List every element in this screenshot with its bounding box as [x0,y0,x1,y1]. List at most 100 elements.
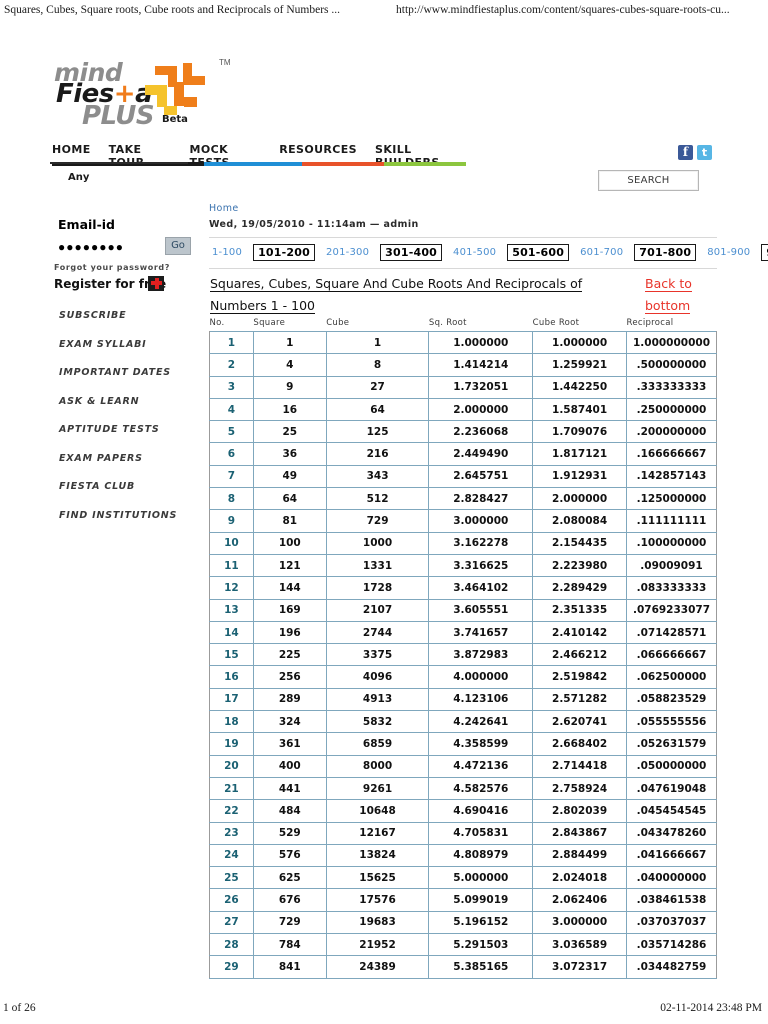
table-cell-sq-root: 4.358599 [428,732,534,756]
pager-link-1-100[interactable]: 1-100 [209,245,245,260]
range-pagination: 1-100 101-200 201-300 301-400 401-500 501-600… [209,243,768,261]
pager-link-501-600[interactable]: 501-600 [507,243,570,261]
sidebar-item-subscribe[interactable]: SUBSCRIBE [59,310,204,321]
table-cell-square: 121 [252,553,327,578]
table-cell-square: 784 [252,933,327,957]
table-cell-cube: 8000 [325,754,430,778]
table-cell-reciprocal: .055555556 [626,710,717,734]
table-cell-sq-root: 4.000000 [428,665,534,689]
table-cell-cube: 1728 [325,576,430,600]
table-cell-square: 225 [252,643,327,667]
table-row: 11 121 1331 3.316625 2.223980.09009091 [209,553,717,578]
sidebar-item-exam-papers[interactable]: EXAM PAPERS [59,453,204,464]
logo-mark-block-3 [183,63,192,85]
forgot-password-link[interactable]: Forgot your password? [54,263,170,272]
table-cell-sq-root: 5.000000 [428,866,534,890]
table-cell-no: 24 [209,843,254,868]
table-cell-sq-root: 4.242641 [428,710,534,734]
table-cell-cube-root: 2.571282 [532,687,627,712]
pager-link-401-500[interactable]: 401-500 [450,245,499,260]
print-header-title: Squares, Cubes, Square roots, Cube roots… [4,4,340,16]
search-label: SEARCH [627,175,670,186]
sidebar-item-find-institutions[interactable]: FIND INSTITUTIONS [59,510,204,521]
col-header-square: Square [253,318,286,328]
table-cell-reciprocal: .052631579 [626,732,717,756]
table-cell-cube-root: 2.620741 [532,710,627,734]
twitter-icon[interactable]: t [697,145,712,160]
table-cell-no: 17 [209,687,254,712]
table-row: 18 324 5832 4.242641 2.620741.055555556 [209,710,717,734]
table-row: 10 100 1000 3.162278 2.154435.100000000 [209,531,717,555]
add-user-icon[interactable] [148,276,164,291]
search-input[interactable]: SEARCH [598,170,699,191]
logo-mark-block-9 [164,106,177,115]
table-cell-cube: 13824 [325,843,430,868]
pager-link-201-300[interactable]: 201-300 [323,245,372,260]
table-cell-sq-root: 4.705831 [428,821,534,845]
table-cell-no: 19 [209,732,254,756]
table-cell-no: 21 [209,776,254,801]
table-cell-reciprocal: .250000000 [626,397,717,422]
sidebar-item-fiesta-club[interactable]: FIESTA CLUB [59,481,204,492]
sidebar-item-ask-and-learn[interactable]: ASK & LEARN [59,396,204,407]
table-cell-reciprocal: .100000000 [626,531,717,555]
table-cell-cube: 125 [325,420,430,444]
col-header-no: No. [209,318,225,328]
table-cell-square: 441 [252,776,327,801]
table-cell-cube: 15625 [325,866,430,890]
pager-link-701-800[interactable]: 701-800 [634,243,697,261]
table-cell-cube: 24389 [325,955,430,979]
table-cell-cube-root: 1.912931 [532,464,627,489]
table-row: 12 144 1728 3.464102 2.289429.083333333 [209,576,717,600]
pager-link-101-200[interactable]: 101-200 [253,243,315,261]
sidebar-menu: SUBSCRIBE EXAM SYLLABI IMPORTANT DATES A… [59,310,204,538]
table-cell-sq-root: 5.385165 [428,955,534,979]
table-cell-cube: 1 [325,330,430,355]
table-cell-reciprocal: .062500000 [626,665,717,689]
pager-link-801-900[interactable]: 801-900 [704,245,753,260]
table-cell-reciprocal: .035714286 [626,933,717,957]
pager-link-301-400[interactable]: 301-400 [380,243,443,261]
table-row: 25 625 15625 5.000000 2.024018.040000000 [209,866,717,890]
email-field-label: Email-id [58,217,115,232]
facebook-icon[interactable]: f [678,145,693,160]
password-field[interactable]: ●●●●●●●● [58,240,124,254]
table-cell-cube-root: 2.024018 [532,866,627,890]
table-cell-no: 4 [209,397,254,422]
table-cell-no: 2 [209,353,254,377]
table-cell-square: 576 [252,843,327,868]
table-cell-reciprocal: .066666667 [626,643,717,667]
table-cell-reciprocal: .500000000 [626,353,717,377]
table-cell-cube-root: 1.709076 [532,420,627,444]
table-row: 4 16 64 2.000000 1.587401.250000000 [209,397,717,422]
sidebar-item-exam-syllabi[interactable]: EXAM SYLLABI [59,339,204,350]
table-cell-square: 361 [252,732,327,756]
back-to-bottom-link[interactable]: Back to bottom [645,273,725,317]
pager-divider-bottom [209,268,717,269]
table-row: 24 576 13824 4.808979 2.884499.041666667 [209,843,717,868]
page-number: 1 of 26 [3,1002,36,1014]
table-cell-reciprocal: .071428571 [626,620,717,645]
table-cell-sq-root: 3.162278 [428,531,534,555]
go-button[interactable]: Go [165,237,191,255]
logo-mark-block-4 [192,76,205,85]
table-cell-reciprocal: .037037037 [626,910,717,935]
table-cell-square: 169 [252,598,327,622]
sidebar-item-aptitude-tests[interactable]: APTITUDE TESTS [59,424,204,435]
table-cell-reciprocal: .043478260 [626,821,717,845]
breadcrumb[interactable]: Home [209,203,239,214]
table-row: 19 361 6859 4.358599 2.668402.052631579 [209,732,717,756]
col-header-cube: Cube [326,318,350,328]
nav-underline-segment-4 [384,162,466,166]
table-row: 14 196 2744 3.741657 2.410142.071428571 [209,620,717,645]
sidebar-item-important-dates[interactable]: IMPORTANT DATES [59,367,204,378]
table-cell-cube-root: 2.802039 [532,799,627,823]
social-links[interactable]: f t [678,145,712,160]
table-row: 9 81 729 3.000000 2.080084.111111111 [209,509,717,533]
table-cell-cube: 343 [325,464,430,489]
pager-link-601-700[interactable]: 601-700 [577,245,626,260]
site-logo[interactable]: mind Fies+a PLUS Beta TM [52,56,242,131]
pager-divider-top [209,237,717,238]
pager-link-901-1000[interactable]: 901-1000 [761,243,768,261]
table-cell-reciprocal: .083333333 [626,576,717,600]
